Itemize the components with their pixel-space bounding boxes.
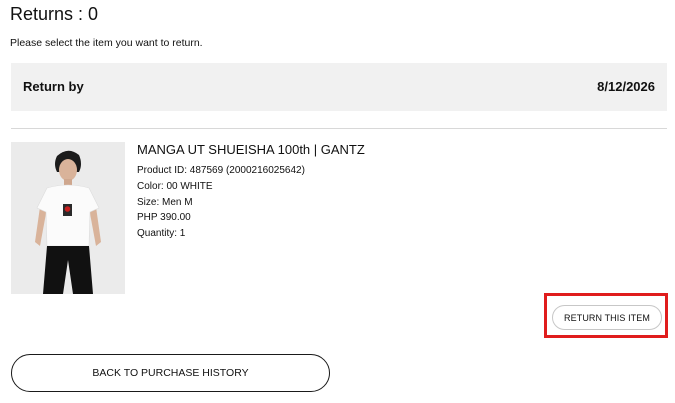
return-by-label: Return by <box>23 79 84 94</box>
divider <box>11 128 667 129</box>
return-by-date: 8/12/2026 <box>597 79 655 94</box>
returns-title: Returns : 0 <box>10 4 99 24</box>
returns-page: Returns : 0 Please select the item you w… <box>0 0 675 403</box>
instructions-text: Please select the item you want to retur… <box>10 37 203 49</box>
return-by-panel: Return by 8/12/2026 <box>11 63 667 111</box>
return-this-item-button[interactable]: RETURN THIS ITEM <box>552 305 662 330</box>
product-name: MANGA UT SHUEISHA 100th | GANTZ <box>137 142 365 157</box>
product-quantity: Quantity: 1 <box>137 228 186 240</box>
product-size: Size: Men M <box>137 196 193 208</box>
back-to-purchase-history-button[interactable]: BACK TO PURCHASE HISTORY <box>11 354 330 392</box>
product-image <box>11 142 125 294</box>
product-price: PHP 390.00 <box>137 212 191 224</box>
product-info: MANGA UT SHUEISHA 100th | GANTZ Product … <box>137 142 365 242</box>
product-color: Color: 00 WHITE <box>137 180 213 192</box>
product-id: Product ID: 487569 (2000216025642) <box>137 165 305 176</box>
